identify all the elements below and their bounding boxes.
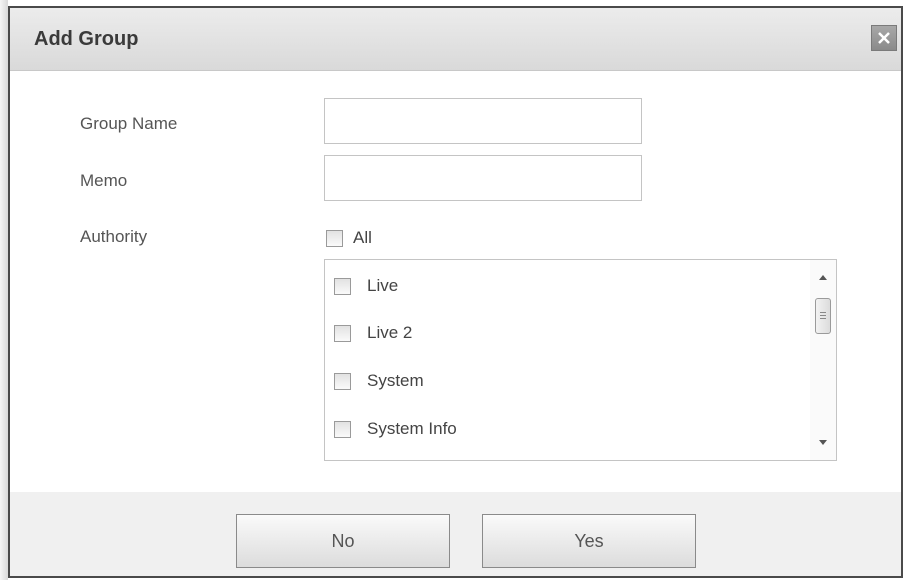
add-group-dialog: Add Group Group Name Memo Authority All …	[8, 6, 903, 578]
dialog-titlebar: Add Group	[10, 8, 901, 71]
list-scrollbar[interactable]	[810, 260, 836, 460]
yes-button[interactable]: Yes	[482, 514, 696, 568]
grip-line	[820, 312, 826, 313]
background-overlay	[0, 0, 8, 580]
live-2-checkbox[interactable]	[334, 324, 351, 342]
scroll-thumb[interactable]	[815, 298, 831, 334]
list-item-label: Live 2	[367, 323, 413, 342]
list-item-label: System Info	[367, 419, 457, 438]
all-checkbox-label: All	[353, 228, 372, 247]
list-item[interactable]: Live	[334, 276, 398, 296]
dialog-footer: No Yes	[10, 492, 901, 576]
group-name-label: Group Name	[80, 114, 178, 133]
list-item[interactable]: Live 2	[334, 323, 412, 343]
all-checkbox-row[interactable]: All	[326, 228, 372, 248]
list-item[interactable]: System	[334, 371, 424, 391]
dialog-title: Add Group	[34, 28, 139, 50]
all-checkbox[interactable]	[326, 229, 343, 247]
memo-label: Memo	[80, 171, 128, 190]
no-button[interactable]: No	[236, 514, 450, 568]
scroll-up-icon[interactable]	[819, 275, 827, 280]
memo-input[interactable]	[324, 155, 642, 201]
grip-line	[820, 318, 826, 319]
system-checkbox[interactable]	[334, 372, 351, 390]
authority-list[interactable]: Live Live 2 System System Info	[324, 259, 837, 461]
list-item-label: System	[367, 371, 424, 390]
list-item-label: Live	[367, 276, 399, 295]
close-icon	[878, 32, 890, 44]
authority-label: Authority	[80, 227, 148, 246]
grip-line	[820, 315, 826, 316]
group-name-input[interactable]	[324, 98, 642, 144]
scroll-down-icon[interactable]	[819, 440, 827, 445]
live-checkbox[interactable]	[334, 277, 351, 295]
list-item[interactable]: System Info	[334, 419, 457, 439]
close-button[interactable]	[871, 25, 897, 51]
system-info-checkbox[interactable]	[334, 420, 351, 438]
